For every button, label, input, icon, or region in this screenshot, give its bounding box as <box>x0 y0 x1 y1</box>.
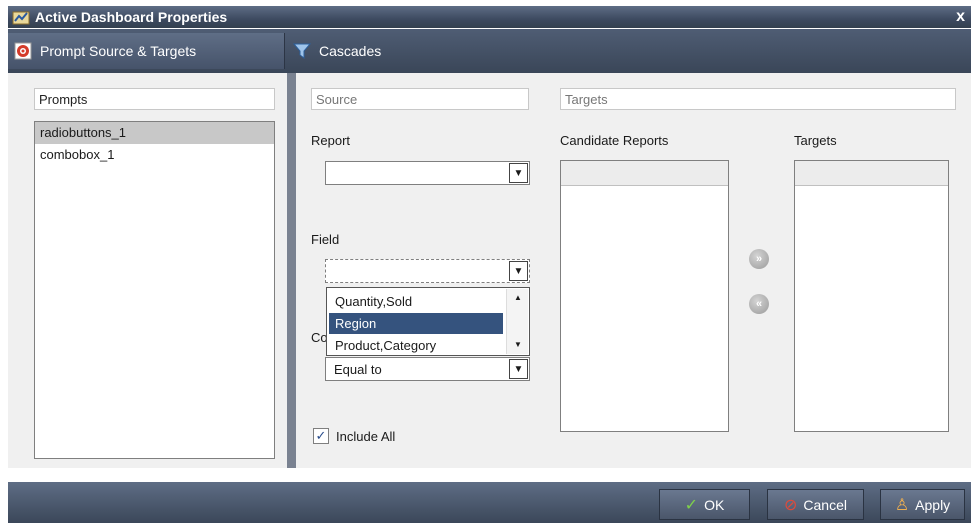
target-icon <box>14 42 32 60</box>
prompts-list[interactable]: radiobuttons_1 combobox_1 <box>34 121 275 459</box>
field-select[interactable]: ▼ <box>325 259 530 283</box>
targets-label: Targets <box>794 133 837 148</box>
cancel-icon: ⊘ <box>784 496 798 514</box>
chevron-down-icon[interactable]: ▼ <box>509 359 528 379</box>
list-header <box>795 161 948 186</box>
ok-button[interactable]: ✓ OK <box>659 489 750 520</box>
tab-label: Prompt Source & Targets <box>40 43 197 59</box>
targets-list[interactable] <box>794 160 949 432</box>
include-all-label: Include All <box>336 429 396 444</box>
targets-header: Targets <box>560 88 956 110</box>
source-header: Source <box>311 88 529 110</box>
checkmark-icon: ✓ <box>684 496 699 514</box>
chevron-down-icon[interactable]: ▼ <box>509 261 528 281</box>
tab-label: Cascades <box>319 43 382 59</box>
window-title: Active Dashboard Properties <box>35 9 228 25</box>
apply-label: Apply <box>915 496 951 513</box>
report-select[interactable]: ▼ <box>325 161 530 185</box>
field-dropdown-list[interactable]: Quantity,Sold Region Product,Category ▲ … <box>326 287 530 356</box>
field-label: Field <box>311 232 340 247</box>
tab-prompt-source-targets[interactable]: Prompt Source & Targets <box>8 33 285 69</box>
remove-target-icon[interactable]: « <box>749 294 769 314</box>
cancel-label: Cancel <box>803 496 847 513</box>
funnel-icon <box>293 43 311 59</box>
chevron-down-icon[interactable]: ▼ <box>509 163 528 183</box>
candidate-reports-label: Candidate Reports <box>560 133 669 148</box>
apply-button[interactable]: ♙ Apply <box>880 489 965 520</box>
scroll-down-icon[interactable]: ▼ <box>507 338 529 352</box>
dropdown-scrollbar[interactable]: ▲ ▼ <box>506 289 528 354</box>
close-icon[interactable]: x <box>956 8 965 26</box>
tab-bar: Prompt Source & Targets Cascades <box>8 29 971 73</box>
check-icon: ✓ <box>315 428 327 443</box>
list-header <box>561 161 728 186</box>
cancel-button[interactable]: ⊘ Cancel <box>767 489 864 520</box>
prompts-header: Prompts <box>34 88 275 110</box>
condition-select[interactable]: Equal to ▼ <box>325 357 530 381</box>
dropdown-option[interactable]: Product,Category <box>329 335 503 356</box>
dashboard-app-icon <box>12 11 30 25</box>
tab-cascades[interactable]: Cascades <box>287 33 487 69</box>
include-all-checkbox[interactable]: ✓ <box>313 428 329 444</box>
scroll-up-icon[interactable]: ▲ <box>507 291 529 305</box>
ok-label: OK <box>704 496 725 513</box>
condition-value: Equal to <box>334 362 382 377</box>
add-target-icon[interactable]: » <box>749 249 769 269</box>
dropdown-option[interactable]: Quantity,Sold <box>329 291 503 312</box>
dropdown-option[interactable]: Region <box>329 313 503 334</box>
list-item[interactable]: combobox_1 <box>35 144 274 166</box>
report-label: Report <box>311 133 351 148</box>
apply-icon: ♙ <box>894 496 910 514</box>
title-bar: Active Dashboard Properties x <box>8 6 971 28</box>
candidate-reports-list[interactable] <box>560 160 729 432</box>
panel-splitter[interactable] <box>287 73 296 468</box>
list-item[interactable]: radiobuttons_1 <box>35 122 274 144</box>
